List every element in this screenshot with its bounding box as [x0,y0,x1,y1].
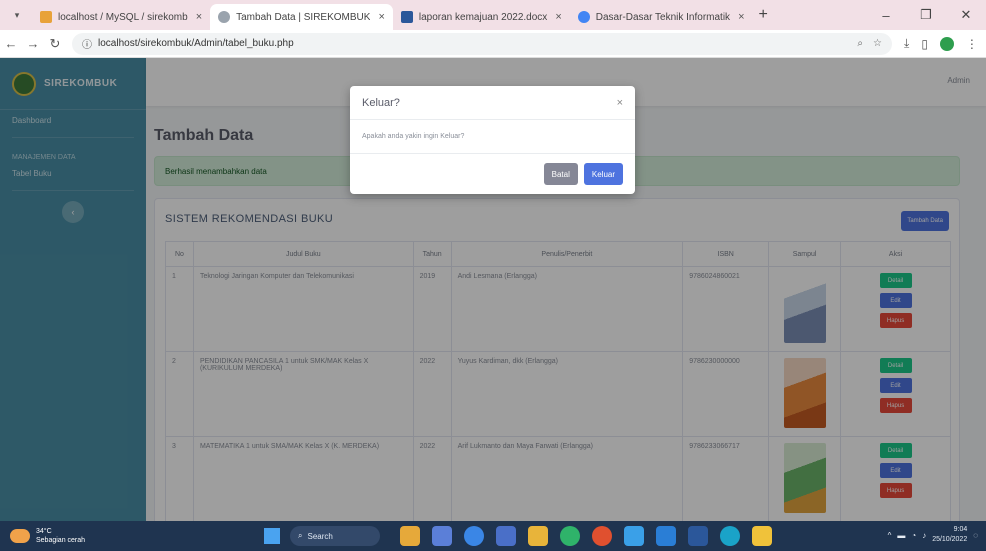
web-page: SIREKOMBUK Dashboard Manajemen Data Tabe… [0,58,986,521]
browser-tab-active[interactable]: Tambah Data | SIREKOMBUK × [210,4,393,30]
browser-tab[interactable]: laporan kemajuan 2022.docx × [393,4,570,30]
browser-tab[interactable]: localhost / MySQL / sirekomb × [32,4,210,30]
app-icon[interactable] [496,526,516,546]
app-icon[interactable] [528,526,548,546]
favicon-icon [218,11,231,23]
url-text: localhost/sirekombuk/Admin/tabel_buku.ph… [98,38,294,49]
tab-search-icon[interactable]: ▾ [6,4,28,26]
taskbar-apps [400,526,772,546]
app-icon[interactable] [752,526,772,546]
app-icon[interactable] [592,526,612,546]
bookmark-star-icon[interactable]: ☆ [873,38,882,49]
weather-widget[interactable]: 34°C Sebagian cerah [0,527,85,545]
close-icon[interactable]: × [617,97,623,109]
app-icon[interactable] [624,526,644,546]
app-icon[interactable] [656,526,676,546]
weather-icon [10,529,30,543]
logout-button[interactable]: Keluar [583,163,623,185]
battery-icon[interactable]: ▬ [897,531,905,540]
search-icon: ⌕ [298,531,303,540]
tab-title: localhost / MySQL / sirekomb [58,11,188,23]
modal-footer: Batal Keluar [350,154,635,194]
modal-header: Keluar? × [350,86,635,120]
app-icon[interactable] [400,526,420,546]
browser-tab[interactable]: Dasar-Dasar Teknik Informatik × [570,4,753,30]
reload-icon[interactable]: ↻ [44,36,66,52]
restore-icon[interactable]: ❐ [906,0,946,30]
wifi-icon[interactable]: ◔ [911,531,916,540]
volume-icon[interactable]: ♪ [922,531,926,540]
clock-time: 9:04 [953,526,968,533]
tab-title: laporan kemajuan 2022.docx [418,11,548,23]
clock-date: 25/10/2022 [932,536,968,543]
new-tab-button[interactable]: + [759,6,768,24]
tab-close-icon[interactable]: × [555,11,561,23]
app-icon[interactable] [560,526,580,546]
search-label: Search [307,531,333,541]
side-panel-icon[interactable]: ▯ [921,37,928,51]
tab-title: Tambah Data | SIREKOMBUK [236,11,371,23]
minimize-icon[interactable]: – [866,0,906,30]
address-bar[interactable]: ⓘ localhost/sirekombuk/Admin/tabel_buku.… [72,32,892,55]
app-icon[interactable] [688,526,708,546]
system-tray: ^ ▬ ◔ ♪ 9:04 25/10/2022 ◌ [888,525,978,545]
app-icon[interactable] [432,526,452,546]
back-icon[interactable]: ← [0,36,22,51]
cancel-button[interactable]: Batal [543,163,578,185]
tab-close-icon[interactable]: × [738,11,744,23]
site-info-icon[interactable]: ⓘ [82,36,92,51]
favicon-icon [400,11,413,23]
modal-body: Apakah anda yakin ingin Keluar? [350,120,635,154]
tab-close-icon[interactable]: × [196,11,202,23]
browser-menu-icon[interactable]: ⋮ [966,37,978,51]
tab-title: Dasar-Dasar Teknik Informatik [595,11,731,23]
browser-tab-bar: ▾ localhost / MySQL / sirekomb × Tambah … [0,0,986,30]
favicon-icon [577,11,590,23]
clock[interactable]: 9:04 25/10/2022 [932,525,967,545]
weather-temp: 34°C [36,528,52,535]
taskbar-search[interactable]: ⌕ Search [290,526,380,546]
forward-icon[interactable]: → [22,36,44,51]
logout-modal: Keluar? × Apakah anda yakin ingin Keluar… [350,86,635,194]
app-icon[interactable] [720,526,740,546]
os-taskbar: 34°C Sebagian cerah ⌕ Search ^ ▬ ◔ ♪ 9:0… [0,521,986,551]
app-icon[interactable] [464,526,484,546]
tab-close-icon[interactable]: × [378,11,384,23]
start-button-icon[interactable] [264,528,280,544]
chevron-up-icon[interactable]: ^ [888,531,892,540]
notification-icon[interactable]: ◌ [973,531,978,540]
browser-toolbar: ← → ↻ ⓘ localhost/sirekombuk/Admin/tabel… [0,30,986,58]
profile-avatar[interactable] [939,36,954,51]
zoom-icon[interactable]: ⌕ [857,38,863,49]
close-window-icon[interactable]: ✕ [946,0,986,30]
download-icon[interactable]: ⤓ [904,36,909,51]
window-controls: – ❐ ✕ [866,0,986,30]
favicon-icon [40,11,52,23]
weather-desc: Sebagian cerah [36,537,86,544]
modal-title: Keluar? [362,96,400,109]
